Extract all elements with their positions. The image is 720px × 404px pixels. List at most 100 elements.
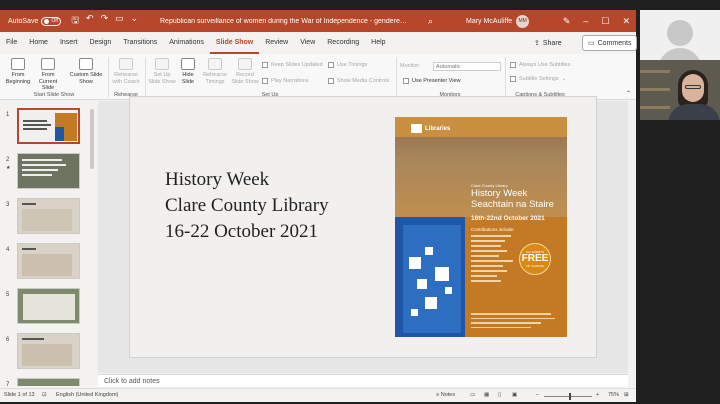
from-current-button[interactable]: From Current Slide xyxy=(33,58,63,92)
thumbnail-image xyxy=(17,378,80,386)
zoom-in-icon[interactable]: + xyxy=(596,392,599,398)
powerpoint-window: AutoSave Off 🖫 ↶ ↷ ▭ ⌄ Republican survei… xyxy=(0,10,638,402)
setup-icon xyxy=(155,58,169,70)
tab-help[interactable]: Help xyxy=(365,32,391,54)
comments-label: Comments xyxy=(597,39,632,47)
poster-square xyxy=(409,257,421,269)
slide-thumbnail[interactable]: 4 xyxy=(4,243,94,283)
slide-thumbnail[interactable]: 3 xyxy=(4,198,94,238)
slide-title[interactable]: History Week Clare County Library 16-22 … xyxy=(165,167,329,245)
rehearse-timings-button[interactable]: Rehearse Timings xyxy=(200,58,230,85)
presenter-view-checkbox[interactable]: Use Presenter View xyxy=(403,78,461,84)
fit-slide-icon[interactable]: ⊞ xyxy=(624,392,629,398)
checkbox-icon xyxy=(328,78,334,84)
from-beginning-button[interactable]: From Beginning xyxy=(3,58,33,85)
tab-slide-show[interactable]: Slide Show xyxy=(209,32,260,54)
save-icon[interactable]: 🖫 xyxy=(71,13,79,29)
accessibility-icon[interactable]: ⊡ xyxy=(42,392,47,398)
free-badge: ALL EVENTS FREE OF CHARGE xyxy=(519,243,551,275)
undo-icon[interactable]: ↶ xyxy=(86,13,94,29)
slide-thumbnail[interactable]: 1 xyxy=(4,108,94,148)
slide-sorter-icon[interactable]: ▦ xyxy=(484,392,489,398)
share-button[interactable]: ⇪ Share xyxy=(528,35,568,51)
poster-square xyxy=(445,287,452,294)
slide-number: 3 xyxy=(6,202,10,208)
poster-square xyxy=(411,309,418,316)
always-subtitles-checkbox[interactable]: Always Use Subtitles xyxy=(510,62,570,68)
slide-thumbnail[interactable]: 7 xyxy=(4,378,94,386)
play-narrations-checkbox[interactable]: Play Narrations xyxy=(262,78,309,84)
subtitle-icon xyxy=(510,76,516,82)
thumbnail-image xyxy=(17,243,80,279)
slide-thumbnail[interactable]: 5 xyxy=(4,288,94,328)
use-timings-checkbox[interactable]: Use Timings xyxy=(328,62,367,68)
animation-star-icon: ★ xyxy=(6,165,11,171)
slide-thumbnail[interactable]: 2 ★ xyxy=(4,153,94,193)
custom-show-icon xyxy=(79,58,93,70)
zoom-out-icon[interactable]: – xyxy=(536,392,539,398)
show-media-checkbox[interactable]: Show Media Controls xyxy=(328,78,389,84)
notes-pane[interactable]: Click to add notes xyxy=(98,374,628,387)
zoom-slider-handle[interactable] xyxy=(569,393,571,400)
group-divider xyxy=(396,57,397,97)
search-icon[interactable]: ⌕ xyxy=(428,16,433,27)
notes-button[interactable]: ≡ Notes xyxy=(436,392,455,398)
redo-icon[interactable]: ↷ xyxy=(101,13,109,29)
tab-file[interactable]: File xyxy=(0,32,23,54)
scrollbar-handle[interactable] xyxy=(90,109,94,169)
play-narrations-label: Play Narrations xyxy=(271,78,309,84)
custom-show-button[interactable]: Custom Slide Show xyxy=(67,58,105,85)
hide-slide-button[interactable]: Hide Slide xyxy=(178,58,198,85)
user-account[interactable]: Mary McAuliffe MM xyxy=(466,14,530,28)
normal-view-icon[interactable]: ▭ xyxy=(470,392,475,398)
poster-contributors-heading: Contributions include: xyxy=(471,227,515,232)
tab-insert[interactable]: Insert xyxy=(54,32,84,54)
tab-transitions[interactable]: Transitions xyxy=(117,32,163,54)
tab-home[interactable]: Home xyxy=(23,32,54,54)
rehearse-timings-label: Rehearse Timings xyxy=(203,72,227,85)
rehearse-coach-button[interactable]: Rehearse with Coach xyxy=(111,58,141,85)
poster-square xyxy=(425,247,433,255)
slideshow-view-icon[interactable]: ▣ xyxy=(512,392,517,398)
tab-animations[interactable]: Animations xyxy=(163,32,210,54)
ribbon-tabs: File Home Insert Design Transitions Anim… xyxy=(0,32,638,54)
monitor-select[interactable]: Automatic xyxy=(433,62,501,71)
share-icon: ⇪ xyxy=(534,40,540,47)
tab-design[interactable]: Design xyxy=(83,32,117,54)
present-icon[interactable]: ▭ xyxy=(115,13,124,29)
thumbnail-scrollbar[interactable] xyxy=(90,101,94,386)
current-slide[interactable]: History Week Clare County Library 16-22 … xyxy=(129,96,597,358)
hide-slide-icon xyxy=(181,58,195,70)
thumbnail-image xyxy=(17,153,80,189)
zoom-level[interactable]: 75% xyxy=(608,392,619,398)
record-show-button[interactable]: Record Slide Show xyxy=(230,58,260,85)
reading-view-icon[interactable]: ▯ xyxy=(498,392,501,398)
more-commands-icon[interactable]: ⌄ xyxy=(131,13,139,29)
pen-icon[interactable]: ✎ xyxy=(563,16,571,27)
poster-square xyxy=(425,297,437,309)
maximize-icon[interactable]: ☐ xyxy=(601,16,609,27)
setup-show-button[interactable]: Set Up Slide Show xyxy=(147,58,177,85)
keep-updated-checkbox[interactable]: Keep Slides Updated xyxy=(262,62,323,68)
from-beginning-label: From Beginning xyxy=(5,72,31,85)
minimize-icon[interactable]: – xyxy=(583,16,588,27)
monitor-label: Monitor: xyxy=(400,63,420,69)
group-divider xyxy=(145,57,146,97)
poster-heading-en: History Week xyxy=(471,188,528,199)
close-icon[interactable]: ✕ xyxy=(622,16,630,27)
notes-label: Notes xyxy=(440,392,456,398)
slide-thumbnail[interactable]: 6 xyxy=(4,333,94,373)
group-divider xyxy=(505,57,506,97)
tab-view[interactable]: View xyxy=(294,32,321,54)
tab-review[interactable]: Review xyxy=(259,32,294,54)
history-week-poster[interactable]: Libraries Clare County Library History W… xyxy=(395,117,567,337)
subtitle-settings-dropdown[interactable]: Subtitle Settings ⌄ xyxy=(510,76,566,82)
avatar[interactable]: MM xyxy=(516,14,530,28)
autosave-switch[interactable]: Off xyxy=(41,16,62,26)
comments-button[interactable]: ▭ Comments xyxy=(582,35,638,51)
autosave-toggle[interactable]: AutoSave Off xyxy=(8,16,62,26)
tab-recording[interactable]: Recording xyxy=(321,32,365,54)
zoom-slider[interactable] xyxy=(544,396,592,397)
language-indicator[interactable]: English (United Kingdom) xyxy=(56,392,118,398)
collapse-ribbon-icon[interactable]: ⌃ xyxy=(626,90,631,97)
